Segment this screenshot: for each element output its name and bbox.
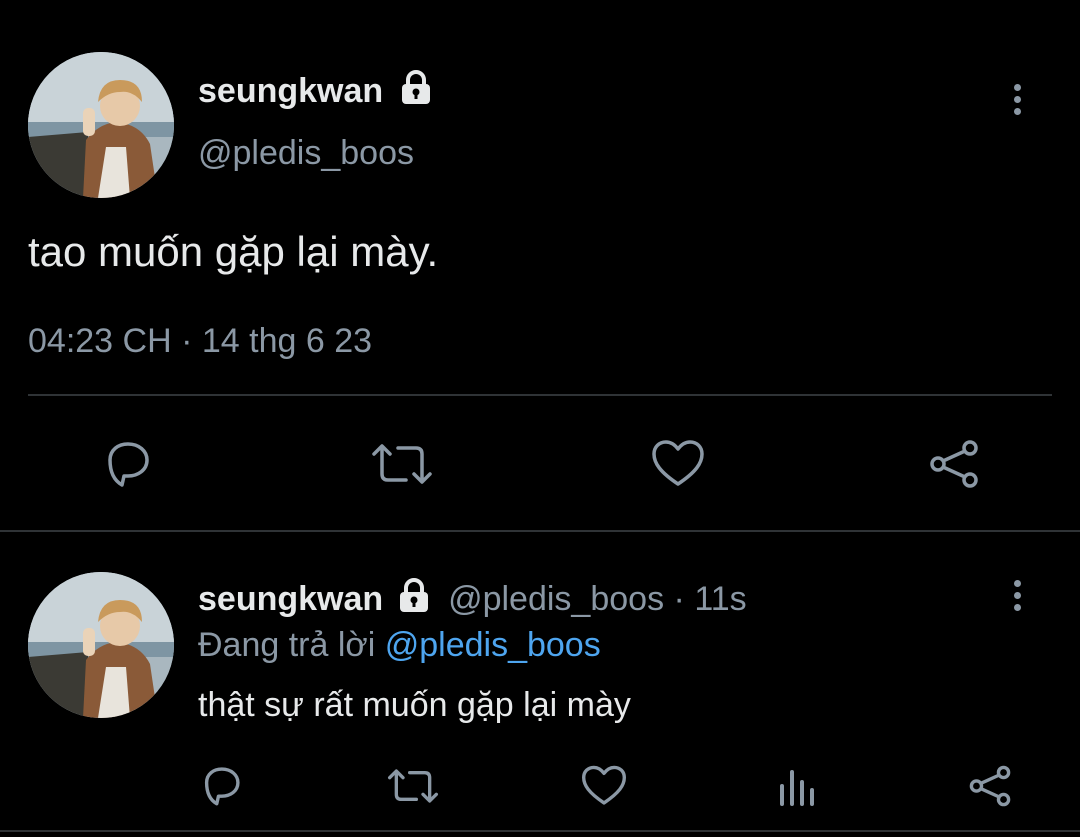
reply-header: seungkwan @pledis_boos · 11s: [198, 578, 747, 619]
tweet-timestamp[interactable]: 04:23 CH · 14 thg 6 23: [28, 322, 372, 361]
lock-icon: [399, 70, 433, 106]
reply-display-name[interactable]: seungkwan: [198, 580, 383, 618]
share-icon[interactable]: [966, 764, 1014, 808]
section-divider: [0, 530, 1080, 532]
analytics-icon[interactable]: [776, 766, 820, 806]
tweet-time: 04:23 CH: [28, 322, 172, 360]
reply-text: thật sự rất muốn gặp lại mày: [198, 686, 631, 724]
tweet-text: tao muốn gặp lại mày.: [28, 228, 439, 275]
reply-age: 11s: [694, 580, 747, 618]
display-name-text: seungkwan: [198, 72, 384, 110]
like-icon[interactable]: [580, 764, 628, 808]
display-name[interactable]: seungkwan: [198, 70, 433, 111]
replying-to-prefix: Đang trả lời: [198, 626, 376, 664]
reply-icon[interactable]: [198, 764, 244, 808]
avatar-photo: [28, 52, 174, 198]
avatar[interactable]: [28, 52, 174, 198]
user-handle[interactable]: @pledis_boos: [198, 134, 414, 173]
bottom-divider: [0, 830, 1080, 832]
share-icon[interactable]: [926, 438, 982, 490]
reply-user-handle[interactable]: @pledis_boos: [448, 580, 664, 618]
replying-to-mention[interactable]: @pledis_boos: [385, 626, 601, 664]
lock-icon: [397, 578, 431, 614]
tweet-date: 14 thg 6 23: [201, 322, 373, 360]
divider: [28, 394, 1052, 396]
separator-dot: ·: [673, 580, 685, 618]
retweet-icon[interactable]: [370, 440, 434, 488]
more-options-icon[interactable]: [1014, 580, 1021, 611]
more-options-icon[interactable]: [1014, 84, 1021, 115]
retweet-icon[interactable]: [386, 766, 440, 806]
separator-dot: ·: [181, 322, 193, 360]
like-icon[interactable]: [650, 438, 706, 490]
reply-avatar[interactable]: [28, 572, 174, 718]
replying-to-line: Đang trả lời @pledis_boos: [198, 626, 601, 665]
reply-icon[interactable]: [100, 438, 154, 490]
avatar-photo: [28, 572, 174, 718]
